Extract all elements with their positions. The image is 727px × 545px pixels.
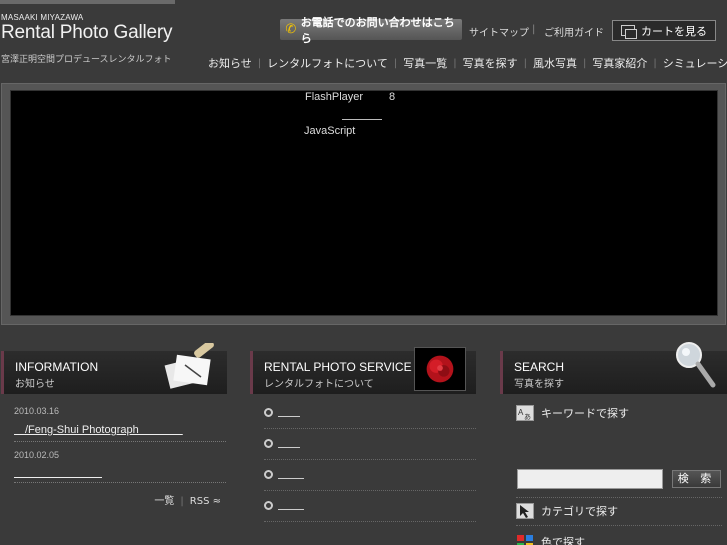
news-list-link[interactable]: 一覧 xyxy=(154,496,174,507)
news-title-link[interactable]: /Feng-Shui Photograph xyxy=(14,421,183,437)
nav-divider: | xyxy=(393,57,398,69)
search-divider xyxy=(516,525,722,526)
information-list: 2010.03.16 /Feng-Shui Photograph 2010.02… xyxy=(1,394,227,545)
service-divider xyxy=(264,490,476,491)
svg-text:あ: あ xyxy=(524,413,531,421)
brand-photographer: MASAAKI MIYAZAWA xyxy=(1,13,84,22)
nav-divider: | xyxy=(523,57,527,69)
service-item[interactable] xyxy=(264,501,304,510)
nav-divider: | xyxy=(582,57,587,69)
nav-item-feng-shui[interactable]: 風水写真 xyxy=(533,55,577,71)
nav-item-about-rental[interactable]: レンタルフォトについて xyxy=(267,55,388,71)
search-header: SEARCH 写真を探す xyxy=(500,342,727,394)
rental-service-header: RENTAL PHOTO SERVICE レンタルフォトについて xyxy=(250,347,476,394)
news-date: 2010.02.05 xyxy=(14,450,60,460)
keyword-input[interactable] xyxy=(517,469,663,489)
search-divider xyxy=(516,497,722,498)
magnifier-image xyxy=(676,342,716,388)
category-search-row[interactable]: カテゴリで探す xyxy=(516,503,618,519)
information-title: INFORMATION xyxy=(15,360,99,374)
search-subtitle: 写真を探す xyxy=(514,379,564,390)
color-palette-icon xyxy=(517,535,533,545)
keyword-icon: A あ xyxy=(516,405,534,421)
nav-item-news[interactable]: お知らせ xyxy=(208,55,252,71)
rental-service-list xyxy=(250,394,476,545)
service-item[interactable] xyxy=(264,408,300,417)
rss-icon: ≈ xyxy=(209,496,221,507)
news-divider xyxy=(14,482,226,483)
keyword-search-row: A あ キーワードで探す xyxy=(516,405,629,421)
view-cart-button[interactable]: カートを見る xyxy=(612,20,716,41)
bullet-icon xyxy=(264,408,273,417)
bullet-icon xyxy=(264,501,273,510)
service-item-link[interactable] xyxy=(278,502,304,510)
rental-service-subtitle: レンタルフォトについて xyxy=(264,379,374,390)
nav-divider: | xyxy=(453,57,457,69)
color-search-label[interactable]: 色で探す xyxy=(541,534,585,545)
red-rose-image xyxy=(414,347,466,391)
top-accent-bar xyxy=(0,0,175,4)
nav-item-photographer[interactable]: 写真家紹介 xyxy=(592,55,647,71)
phone-icon: ✆ xyxy=(285,21,297,37)
service-item-link[interactable] xyxy=(278,409,300,417)
nav-item-photo-list[interactable]: 写真一覧 xyxy=(403,55,447,71)
nav-item-simulation[interactable]: シミュレーション xyxy=(663,55,727,71)
service-item[interactable] xyxy=(264,439,300,448)
information-header: INFORMATION お知らせ xyxy=(1,343,227,394)
sitemap-link[interactable]: サイトマップ xyxy=(469,24,529,39)
rss-link[interactable]: RSS xyxy=(190,496,210,507)
bullet-icon xyxy=(264,439,273,448)
flash-download-link[interactable] xyxy=(342,119,382,120)
phone-contact-button[interactable]: ✆ お電話でのお問い合わせはこちら xyxy=(280,16,462,45)
main-nav: お知らせ | レンタルフォトについて | 写真一覧 | 写真を探す | 風水写真… xyxy=(208,55,727,71)
information-panel: INFORMATION お知らせ 2010.03.16 /Feng-Shui P… xyxy=(1,343,227,545)
flash-javascript-notice: JavaScript xyxy=(304,125,356,137)
service-item-link[interactable] xyxy=(278,440,300,448)
papers-pen-image xyxy=(164,343,214,389)
search-panel: SEARCH 写真を探す A あ キーワードで探す 検 索 カテゴリで探す 色で… xyxy=(500,342,727,545)
search-title: SEARCH xyxy=(514,360,565,374)
nav-divider: | xyxy=(257,57,262,69)
search-button[interactable]: 検 索 xyxy=(672,470,721,488)
flash-placeholder xyxy=(10,90,718,316)
brand-logo[interactable]: Rental Photo Gallery xyxy=(1,22,173,44)
rental-service-title: RENTAL PHOTO SERVICE xyxy=(264,360,412,374)
keyword-search-label: キーワードで探す xyxy=(541,407,629,420)
view-cart-label: カートを見る xyxy=(641,24,707,38)
cart-icon xyxy=(621,25,637,39)
phone-contact-label: お電話でのお問い合わせはこちら xyxy=(300,15,455,45)
cursor-arrow-icon xyxy=(516,503,534,519)
nav-item-find-photos[interactable]: 写真を探す xyxy=(463,55,518,71)
news-divider xyxy=(14,441,226,442)
service-item-link[interactable] xyxy=(278,471,304,479)
service-divider xyxy=(264,459,476,460)
search-body: A あ キーワードで探す 検 索 カテゴリで探す 色で探す xyxy=(500,394,727,545)
flash-notice-text: FlashPlayer xyxy=(305,91,364,103)
rental-service-panel: RENTAL PHOTO SERVICE レンタルフォトについて xyxy=(250,347,476,545)
service-divider xyxy=(264,521,476,522)
flash-version-text: 8 xyxy=(389,91,396,103)
color-search-row[interactable]: 色で探す xyxy=(516,534,585,545)
util-divider: | xyxy=(532,24,536,35)
information-more-links: 一覧 | RSS ≈ xyxy=(154,496,221,507)
category-search-label[interactable]: カテゴリで探す xyxy=(541,503,618,519)
service-divider xyxy=(264,428,476,429)
news-title-link[interactable] xyxy=(14,464,102,480)
nav-divider: | xyxy=(653,57,657,69)
brand-tagline: 宮澤正明空間プロデュースレンタルフォト xyxy=(1,55,172,65)
bullet-icon xyxy=(264,470,273,479)
service-item[interactable] xyxy=(264,470,304,479)
guide-link[interactable]: ご利用ガイド xyxy=(544,24,604,39)
news-date: 2010.03.16 xyxy=(14,406,60,416)
information-subtitle: お知らせ xyxy=(15,379,55,390)
